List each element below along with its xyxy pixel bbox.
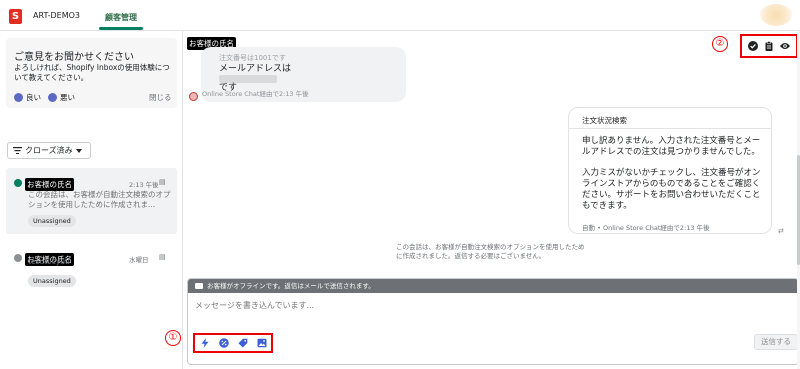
outgoing-message-meta: 自動 • Online Store Chat経由で2:13 午後 [582, 224, 710, 232]
discount-icon[interactable] [218, 338, 229, 348]
store-name[interactable]: ART-DEMO3 [33, 11, 80, 20]
outgoing-message-paragraph: 申し訳ありません。入力された注文番号とメールアドレスでの注文は見つかりませんでし… [582, 136, 761, 157]
clipboard-icon[interactable] [764, 41, 774, 51]
eye-icon[interactable] [780, 41, 790, 51]
incoming-message-line: メールアドレスは [219, 64, 292, 74]
divider [569, 128, 771, 129]
active-tab-indicator [99, 27, 143, 30]
message-composer: お客様がオフラインです。返信はメールで送信されます。 送信する [187, 278, 799, 365]
feedback-body: よろしければ、Shopify Inboxの使用体験について教えてください。 [14, 63, 170, 82]
automation-icon: ⇄ [778, 227, 784, 235]
image-icon[interactable] [257, 338, 267, 348]
account-avatar[interactable] [760, 4, 792, 26]
close-conversation-check-icon[interactable] [748, 41, 758, 51]
offline-notice-text: お客様がオフラインです。返信はメールで送信されます。 [207, 282, 375, 290]
conversation-item[interactable]: お客様の氏名 水曜日 ▤ tesutocyuu Unassigned [6, 243, 177, 293]
outgoing-message-text: 申し訳ありません。入力された注文番号とメールアドレスでの注文は見つかりませんでし… [582, 136, 767, 222]
chat-panel: お客様の氏名 ② 注文番号は1001です メールアドレスは です Online … [165, 31, 800, 369]
app-logo[interactable]: S [9, 9, 22, 24]
incoming-message-line: 注文番号は1001です [219, 54, 286, 62]
tag-icon[interactable] [238, 338, 248, 348]
feedback-close-button[interactable]: 閉じる [149, 92, 172, 103]
store-icon: ▤ [159, 178, 166, 186]
filter-label: クローズ済み [25, 146, 73, 155]
resolved-check-icon [14, 179, 22, 187]
order-lookup-title: 注文状況検索 [582, 116, 627, 125]
composer-toolbar-highlight [193, 333, 273, 353]
smile-icon [14, 93, 23, 102]
top-bar: S ART-DEMO3 顧客管理 [0, 0, 800, 31]
message-input[interactable] [195, 301, 785, 310]
resolved-check-icon [14, 254, 22, 262]
conversation-preview: この会話は、お客様が自動注文検索のオプションを使用したために作成されま... [28, 190, 171, 209]
offline-notice-bar: お客様がオフラインです。返信はメールで送信されます。 [188, 279, 798, 293]
feedback-card: ご意見をお聞かせください よろしければ、Shopify Inboxの使用体験につ… [6, 38, 177, 108]
feedback-title: ご意見をお聞かせください [14, 52, 134, 63]
conversation-item[interactable]: お客様の氏名 2:13 午後 ▤ この会話は、お客様が自動注文検索のオプションを… [6, 168, 177, 234]
filter-icon [13, 147, 22, 154]
lightning-icon[interactable] [200, 338, 210, 348]
frown-icon [48, 93, 57, 102]
annotation-number: ② [712, 36, 728, 52]
feedback-bad-button[interactable]: 悪い [48, 92, 75, 103]
annotation-number: ① [165, 330, 181, 346]
conversation-preview: tesutocyuu [28, 257, 70, 266]
caret-down-icon [75, 148, 82, 153]
feedback-good-button[interactable]: 良い [14, 92, 41, 103]
feedback-good-label: 良い [26, 93, 41, 102]
system-note: この会話は、お客様が自動注文検索のオプションを使用したために作成されました。返信… [396, 243, 585, 260]
customer-avatar [189, 92, 198, 101]
header-actions-highlight [740, 34, 798, 58]
assignment-badge: Unassigned [28, 275, 76, 287]
redacted-email [219, 75, 277, 83]
conversation-sidebar: ご意見をお聞かせください よろしければ、Shopify Inboxの使用体験につ… [0, 31, 183, 369]
conversation-time: 2:13 午後 [129, 181, 159, 189]
feedback-bad-label: 悪い [60, 93, 75, 102]
incoming-message-meta: Online Store Chat経由で2:13 午後 [202, 90, 309, 98]
outgoing-message-paragraph: 入力ミスがないかチェックし、注文番号がオンラインストアからのものであることをご確… [582, 168, 761, 211]
mail-icon [195, 283, 203, 289]
assignment-badge: Unassigned [28, 215, 76, 227]
tab-customer-management[interactable]: 顧客管理 [105, 12, 137, 23]
outgoing-message-card: 注文状況検索 申し訳ありません。入力された注文番号とメールアドレスでの注文は見つ… [568, 107, 772, 234]
status-filter-button[interactable]: クローズ済み [7, 142, 91, 159]
send-button[interactable]: 送信する [754, 334, 798, 350]
